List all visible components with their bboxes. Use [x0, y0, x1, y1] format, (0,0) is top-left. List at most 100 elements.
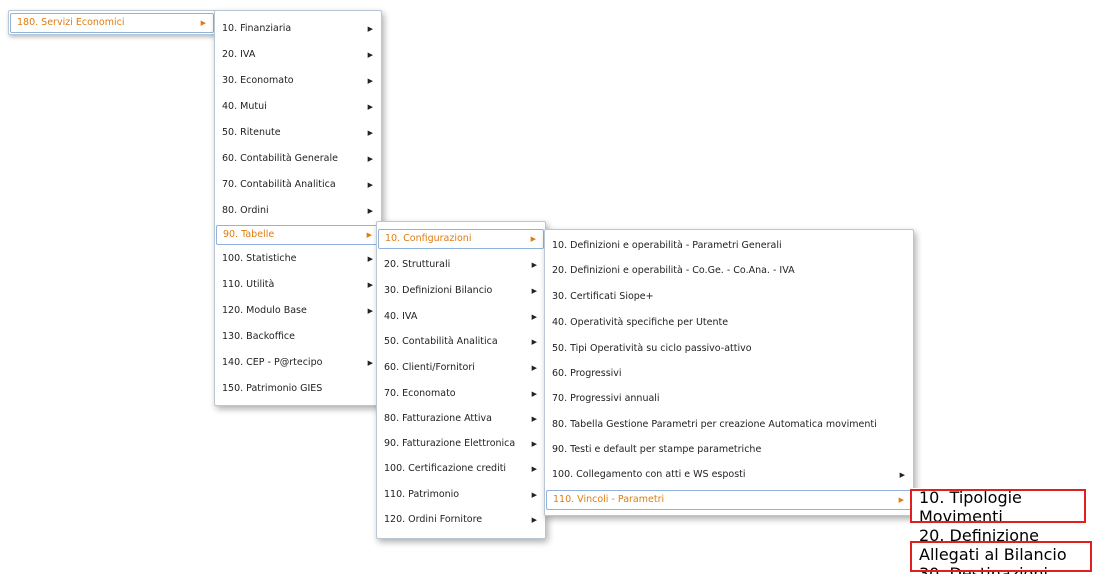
chevron-right-icon: ▶: [367, 103, 373, 111]
menu-item-label: 90. Fatturazione Elettronica: [384, 438, 516, 449]
chevron-right-icon: ▶: [531, 364, 537, 372]
menu-item-coge-coana-iva[interactable]: 20. Definizioni e operabilità - Co.Ge. -…: [546, 261, 912, 281]
menu-item-patrimonio[interactable]: 110. Patrimonio ▶: [378, 485, 544, 505]
chevron-right-icon: ▶: [531, 313, 537, 321]
menu-item-servizi-economici[interactable]: 180. Servizi Economici ▶: [10, 13, 214, 33]
menu-item-certificati-siope[interactable]: 30. Certificati Siope+: [546, 287, 912, 307]
root-menu: 180. Servizi Economici ▶: [8, 10, 216, 35]
chevron-right-icon: ▶: [367, 51, 373, 59]
menu-item-label: 20. Strutturali: [384, 259, 451, 270]
menu-item-label: 90. Testi e default per stampe parametri…: [552, 444, 762, 455]
chevron-right-icon: ▶: [531, 338, 537, 346]
menu-item-label: 60. Progressivi: [552, 368, 622, 379]
vincoli-parametri-submenu: 10. Tipologie Movimenti 20. Definizione …: [910, 488, 1098, 574]
menu-item-label: 70. Progressivi annuali: [552, 393, 660, 404]
menu-item-label: 70. Contabilità Analitica: [222, 179, 336, 190]
menu-item-ordini[interactable]: 80. Ordini ▶: [216, 201, 380, 221]
menu-item-modulo-base[interactable]: 120. Modulo Base ▶: [216, 301, 380, 321]
menu-item-label: 10. Configurazioni: [385, 233, 472, 244]
menu-item-testi-default-stampe[interactable]: 90. Testi e default per stampe parametri…: [546, 440, 912, 460]
chevron-right-icon: ▶: [367, 207, 373, 215]
tabelle-submenu: 10. Configurazioni ▶ 20. Strutturali ▶ 3…: [376, 221, 546, 539]
menu-item-tabelle[interactable]: 90. Tabelle ▶: [216, 225, 380, 245]
chevron-right-icon: ▶: [367, 129, 373, 137]
menu-item-contabilita-analitica[interactable]: 70. Contabilità Analitica ▶: [216, 175, 380, 195]
menu-item-label: 140. CEP - P@rtecipo: [222, 357, 323, 368]
chevron-right-icon: ▶: [367, 255, 373, 263]
menu-item-certificazione-crediti[interactable]: 100. Certificazione crediti ▶: [378, 459, 544, 479]
menu-item-label: 50. Ritenute: [222, 127, 281, 138]
menu-item-tipologie-movimenti[interactable]: 10. Tipologie Movimenti: [910, 488, 1098, 526]
menu-item-backoffice[interactable]: 130. Backoffice: [216, 327, 380, 347]
menu-item-definizione-allegati-bilancio[interactable]: 20. Definizione Allegati al Bilancio: [910, 526, 1098, 564]
menu-item-label: 10. Tipologie Movimenti: [919, 488, 1022, 526]
chevron-right-icon: ▶: [367, 25, 373, 33]
menu-item-ritenute[interactable]: 50. Ritenute ▶: [216, 123, 380, 143]
menu-item-iva[interactable]: 40. IVA ▶: [378, 307, 544, 327]
menu-item-label: 60. Clienti/Fornitori: [384, 362, 475, 373]
chevron-right-icon: ▶: [531, 465, 537, 473]
menu-item-patrimonio-gies[interactable]: 150. Patrimonio GIES: [216, 379, 380, 399]
chevron-right-icon: ▶: [367, 307, 373, 315]
menu-item-finanziaria[interactable]: 10. Finanziaria ▶: [216, 19, 380, 39]
menu-item-definizioni-bilancio[interactable]: 30. Definizioni Bilancio ▶: [378, 281, 544, 301]
menu-item-statistiche[interactable]: 100. Statistiche ▶: [216, 249, 380, 269]
menu-item-contabilita-analitica[interactable]: 50. Contabilità Analitica ▶: [378, 332, 544, 352]
menu-item-tipi-operativita[interactable]: 50. Tipi Operatività su ciclo passivo-at…: [546, 339, 912, 359]
menu-item-progressivi[interactable]: 60. Progressivi: [546, 364, 912, 384]
menu-item-collegamento-atti-ws[interactable]: 100. Collegamento con atti e WS esposti …: [546, 465, 912, 485]
menu-item-label: 80. Ordini: [222, 205, 269, 216]
chevron-right-icon: ▶: [531, 390, 537, 398]
menu-item-label: 100. Certificazione crediti: [384, 463, 507, 474]
menu-item-strutturali[interactable]: 20. Strutturali ▶: [378, 255, 544, 275]
menu-item-label: 10. Definizioni e operabilità - Parametr…: [552, 240, 782, 251]
chevron-right-icon: ▶: [367, 281, 373, 289]
menu-item-label: 110. Utilità: [222, 279, 275, 290]
menu-item-parametri-movimenti[interactable]: 80. Tabella Gestione Parametri per creaz…: [546, 415, 912, 435]
menu-item-label: 50. Tipi Operatività su ciclo passivo-at…: [552, 343, 752, 354]
menu-item-destinazioni-vincolo[interactable]: 30. Destinazioni Vincolo: [910, 564, 1098, 574]
menu-item-contabilita-generale[interactable]: 60. Contabilità Generale ▶: [216, 149, 380, 169]
menu-item-ordini-fornitore[interactable]: 120. Ordini Fornitore ▶: [378, 510, 544, 530]
menu-item-label: 40. IVA: [384, 311, 418, 322]
menu-item-fatturazione-attiva[interactable]: 80. Fatturazione Attiva ▶: [378, 409, 544, 429]
menu-item-label: 110. Patrimonio: [384, 489, 460, 500]
menu-item-progressivi-annuali[interactable]: 70. Progressivi annuali: [546, 389, 912, 409]
menu-item-economato[interactable]: 30. Economato ▶: [216, 71, 380, 91]
servizi-economici-submenu: 10. Finanziaria ▶ 20. IVA ▶ 30. Economat…: [214, 10, 382, 406]
menu-item-utilita[interactable]: 110. Utilità ▶: [216, 275, 380, 295]
menu-item-label: 80. Fatturazione Attiva: [384, 413, 492, 424]
menu-item-label: 100. Collegamento con atti e WS esposti: [552, 469, 746, 480]
chevron-right-icon: ▶: [367, 359, 373, 367]
chevron-right-icon: ▶: [531, 440, 537, 448]
chevron-right-icon: ▶: [530, 235, 536, 243]
menu-item-label: 20. Definizione Allegati al Bilancio: [919, 526, 1067, 564]
menu-item-parametri-generali[interactable]: 10. Definizioni e operabilità - Parametr…: [546, 236, 912, 256]
menu-item-label: 110. Vincoli - Parametri: [553, 494, 665, 505]
menu-item-label: 70. Economato: [384, 388, 456, 399]
menu-item-iva[interactable]: 20. IVA ▶: [216, 45, 380, 65]
menu-item-label: 20. Definizioni e operabilità - Co.Ge. -…: [552, 265, 795, 276]
chevron-right-icon: ▶: [366, 231, 372, 239]
chevron-right-icon: ▶: [531, 415, 537, 423]
menu-item-economato[interactable]: 70. Economato ▶: [378, 384, 544, 404]
menu-item-operativita-utente[interactable]: 40. Operatività specifiche per Utente: [546, 313, 912, 333]
menu-item-label: 50. Contabilità Analitica: [384, 336, 498, 347]
menu-item-vincoli-parametri[interactable]: 110. Vincoli - Parametri ▶: [546, 490, 912, 510]
chevron-right-icon: ▶: [531, 261, 537, 269]
menu-item-cep-partecipo[interactable]: 140. CEP - P@rtecipo ▶: [216, 353, 380, 373]
menu-item-clienti-fornitori[interactable]: 60. Clienti/Fornitori ▶: [378, 358, 544, 378]
menu-item-configurazioni[interactable]: 10. Configurazioni ▶: [378, 229, 544, 249]
chevron-right-icon: ▶: [531, 516, 537, 524]
menu-item-mutui[interactable]: 40. Mutui ▶: [216, 97, 380, 117]
chevron-right-icon: ▶: [367, 181, 373, 189]
chevron-right-icon: ▶: [367, 155, 373, 163]
chevron-right-icon: ▶: [899, 471, 905, 479]
menu-stage: 180. Servizi Economici ▶ 10. Finanziaria…: [0, 0, 1098, 574]
menu-item-label: 10. Finanziaria: [222, 23, 292, 34]
menu-item-label: 120. Ordini Fornitore: [384, 514, 483, 525]
configurazioni-submenu: 10. Definizioni e operabilità - Parametr…: [544, 229, 914, 516]
chevron-right-icon: ▶: [367, 77, 373, 85]
menu-item-fatturazione-elettronica[interactable]: 90. Fatturazione Elettronica ▶: [378, 434, 544, 454]
chevron-right-icon: ▶: [531, 491, 537, 499]
